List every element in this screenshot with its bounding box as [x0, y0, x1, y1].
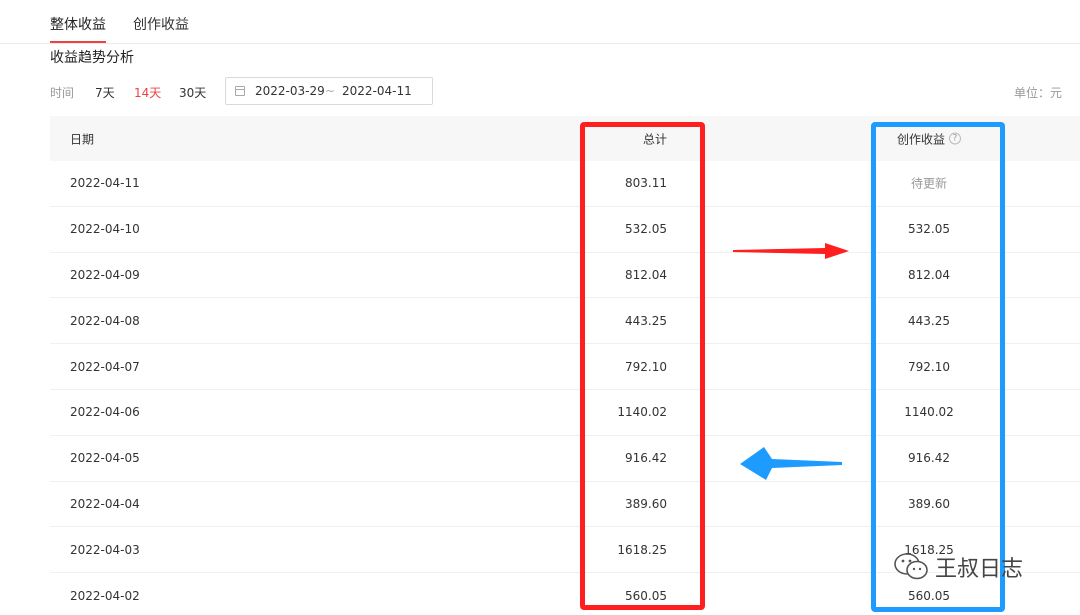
range-14-days[interactable]: 14天 [134, 84, 161, 101]
row-date: 2022-04-04 [70, 496, 140, 511]
watermark-text: 王叔日志 [935, 557, 1024, 582]
row-date: 2022-04-02 [70, 588, 140, 603]
row-date: 2022-04-07 [70, 359, 140, 374]
row-date: 2022-04-10 [70, 222, 140, 237]
wechat-icon [894, 553, 928, 580]
time-filter-label: 时间 [50, 86, 75, 100]
tab-bar: 整体收益 创作收益 [0, 0, 1080, 44]
date-range-picker[interactable]: 2022-03-29 ~ 2022-04-11 [225, 77, 433, 105]
active-tab-indicator [50, 41, 106, 43]
range-30-days[interactable]: 30天 [179, 84, 206, 101]
date-separator: ~ [325, 84, 336, 98]
creation-column-highlight [871, 122, 1005, 612]
tab-creation-income[interactable]: 创作收益 [133, 14, 189, 34]
section-title: 收益趋势分析 [50, 50, 134, 66]
calendar-icon [235, 86, 245, 96]
row-date: 2022-04-03 [70, 542, 140, 557]
red-arrow-right-icon [733, 243, 849, 259]
total-column-highlight [580, 122, 705, 610]
header-date: 日期 [70, 132, 95, 146]
tab-overall-income[interactable]: 整体收益 [50, 14, 106, 34]
start-date[interactable]: 2022-03-29 [255, 84, 325, 98]
watermark: 王叔日志 [893, 551, 1023, 583]
row-date: 2022-04-09 [70, 267, 140, 282]
unit-label: 单位：元 [1013, 86, 1062, 100]
row-date: 2022-04-08 [70, 313, 140, 328]
blue-arrow-left-icon [740, 447, 842, 480]
row-date: 2022-04-11 [70, 176, 140, 191]
end-date[interactable]: 2022-04-11 [342, 84, 412, 98]
row-date: 2022-04-06 [70, 405, 140, 420]
row-date: 2022-04-05 [70, 451, 140, 466]
range-7-days[interactable]: 7天 [95, 84, 115, 101]
